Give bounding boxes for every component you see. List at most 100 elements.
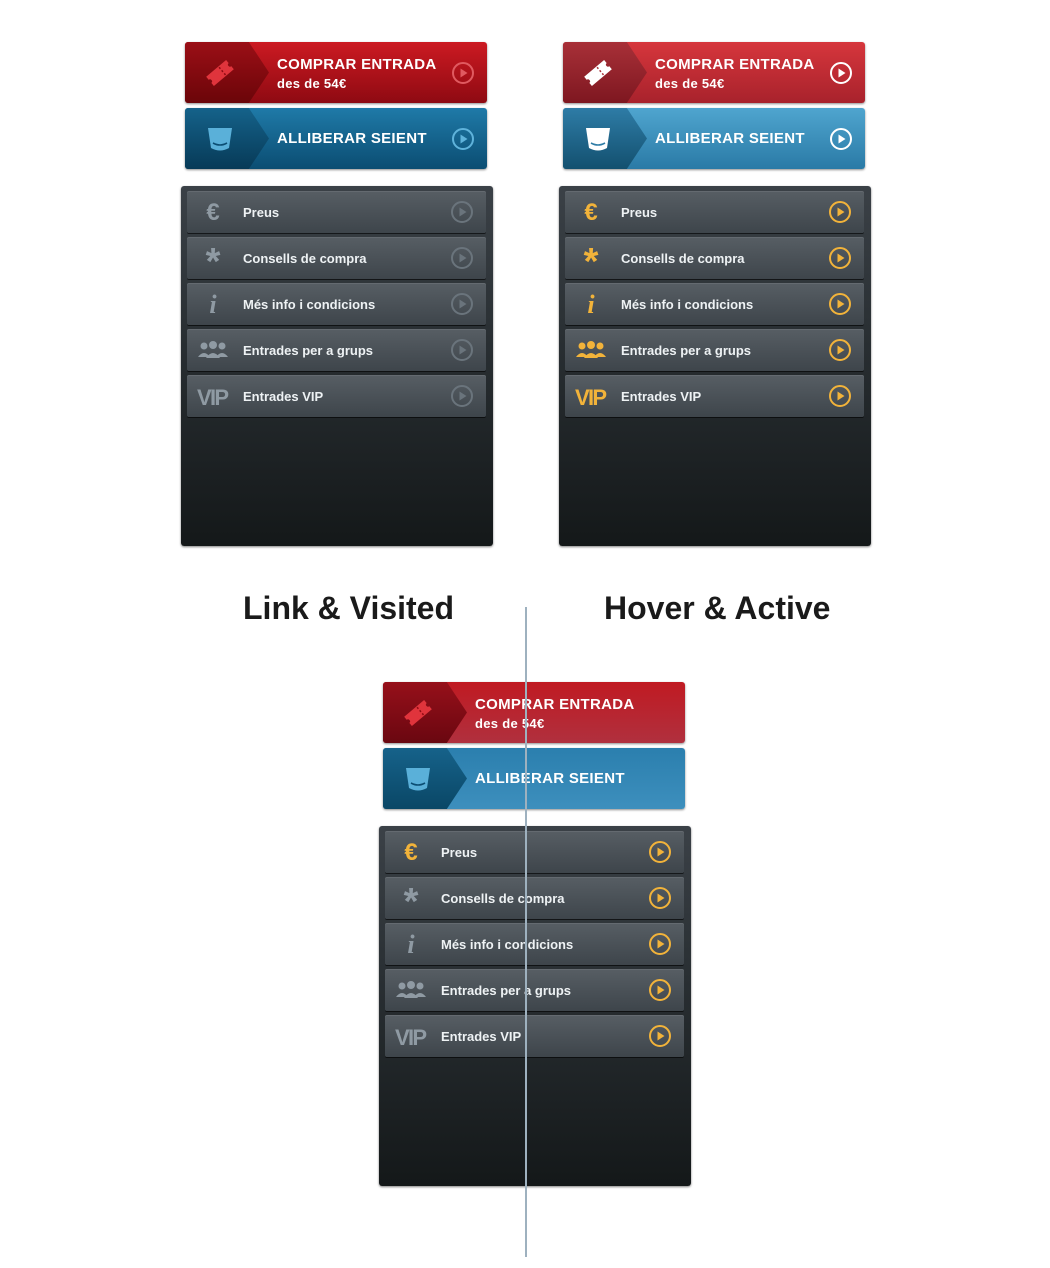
play-arrow-icon [829,339,851,361]
play-arrow-icon [451,385,473,407]
buy-ticket-title: COMPRAR ENTRADA [655,56,815,73]
euro-icon: € [206,199,219,225]
release-seat-button[interactable]: ALLIBERAR SEIENT [563,108,865,169]
group-icon [198,341,228,358]
menu-item-buying-tips[interactable]: * Consells de compra [187,237,486,279]
menu-item-label: Entrades per a grups [243,343,374,358]
svg-text:*: * [404,885,419,911]
info-menu-panel: € Preus * Consells de compra i Més info … [181,186,493,546]
svg-text:€: € [584,199,597,225]
menu-item-prices[interactable]: € Preus [187,191,486,233]
menu-item-vip-tickets[interactable]: VIP Entrades VIP [385,1015,684,1057]
buy-ticket-title: COMPRAR ENTRADA [475,696,635,713]
ticket-icon [404,700,432,726]
menu-item-more-info[interactable]: i Més info i condicions [385,923,684,965]
release-seat-button[interactable]: ALLIBERAR SEIENT [383,748,685,809]
svg-text:VIP: VIP [197,385,229,409]
buy-ticket-button[interactable]: COMPRAR ENTRADA des de 54€ [383,682,685,743]
play-arrow-icon [451,339,473,361]
vip-icon: VIP [395,1025,427,1049]
menu-item-label: Entrades VIP [441,1029,522,1044]
ticket-icon [584,60,612,86]
svg-text:*: * [206,245,221,271]
play-arrow-icon [829,201,851,223]
play-arrow-icon [452,128,474,150]
svg-text:*: * [584,245,599,271]
vip-icon: VIP [197,385,229,409]
info-icon: i [209,291,217,317]
menu-item-vip-tickets[interactable]: VIP Entrades VIP [565,375,864,417]
info-icon: i [587,291,595,317]
menu-item-more-info[interactable]: i Més info i condicions [187,283,486,325]
play-arrow-icon [649,979,671,1001]
menu-item-label: Consells de compra [243,251,367,266]
menu-item-label: Preus [243,205,280,220]
menu-item-group-tickets[interactable]: Entrades per a grups [385,969,684,1011]
menu-item-label: Preus [621,205,658,220]
menu-item-label: Més info i condicions [621,297,754,312]
play-arrow-icon [451,247,473,269]
svg-text:€: € [206,199,219,225]
buy-ticket-price: des de 54€ [277,76,347,91]
menu-item-vip-tickets[interactable]: VIP Entrades VIP [187,375,486,417]
menu-item-label: Consells de compra [621,251,745,266]
play-arrow-icon [829,247,851,269]
buy-ticket-button[interactable]: COMPRAR ENTRADA des de 54€ [563,42,865,103]
menu-item-buying-tips[interactable]: * Consells de compra [565,237,864,279]
menu-item-buying-tips[interactable]: * Consells de compra [385,877,684,919]
info-menu-panel: € Preus * Consells de compra i Més info … [559,186,871,546]
menu-item-label: Entrades per a grups [441,983,572,998]
svg-text:VIP: VIP [575,385,607,409]
svg-text:i: i [407,931,415,957]
play-arrow-icon [649,841,671,863]
euro-icon: € [584,199,597,225]
asterisk-icon: * [206,245,221,271]
state-divider-line [525,607,527,1257]
play-arrow-icon [649,1025,671,1047]
play-arrow-icon [830,62,852,84]
menu-item-more-info[interactable]: i Més info i condicions [565,283,864,325]
menu-item-group-tickets[interactable]: Entrades per a grups [187,329,486,371]
play-arrow-icon [649,887,671,909]
play-arrow-icon [451,293,473,315]
buy-ticket-button[interactable]: COMPRAR ENTRADA des de 54€ [185,42,487,103]
play-arrow-icon [829,385,851,407]
menu-item-label: Consells de compra [441,891,565,906]
buy-ticket-title: COMPRAR ENTRADA [277,56,437,73]
vip-icon: VIP [575,385,607,409]
svg-text:€: € [404,839,417,865]
link-visited-heading: Link & Visited [243,590,455,626]
asterisk-icon: * [584,245,599,271]
hover-active-heading: Hover & Active [604,590,831,626]
group-icon [576,341,606,358]
menu-item-prices[interactable]: € Preus [565,191,864,233]
menu-item-label: Entrades VIP [621,389,702,404]
menu-item-label: Entrades VIP [243,389,324,404]
release-seat-label: ALLIBERAR SEIENT [475,770,625,787]
ticket-icon [206,60,234,86]
menu-item-label: Preus [441,845,478,860]
play-arrow-icon [649,933,671,955]
info-menu-panel: € Preus * Consells de compra i Més info … [379,826,691,1186]
svg-text:i: i [209,291,217,317]
menu-item-prices[interactable]: € Preus [385,831,684,873]
menu-item-label: Entrades per a grups [621,343,752,358]
play-arrow-icon [452,62,474,84]
seat-icon [406,768,430,791]
release-seat-label: ALLIBERAR SEIENT [655,130,805,147]
play-arrow-icon [829,293,851,315]
seat-icon [586,128,610,151]
group-icon [396,981,426,998]
svg-text:VIP: VIP [395,1025,427,1049]
buy-ticket-price: des de 54€ [655,76,725,91]
menu-item-label: Més info i condicions [441,937,574,952]
play-arrow-icon [451,201,473,223]
menu-item-group-tickets[interactable]: Entrades per a grups [565,329,864,371]
svg-text:i: i [587,291,595,317]
release-seat-button[interactable]: ALLIBERAR SEIENT [185,108,487,169]
seat-icon [208,128,232,151]
info-icon: i [407,931,415,957]
menu-item-label: Més info i condicions [243,297,376,312]
buy-ticket-price: des de 54€ [475,716,545,731]
asterisk-icon: * [404,885,419,911]
